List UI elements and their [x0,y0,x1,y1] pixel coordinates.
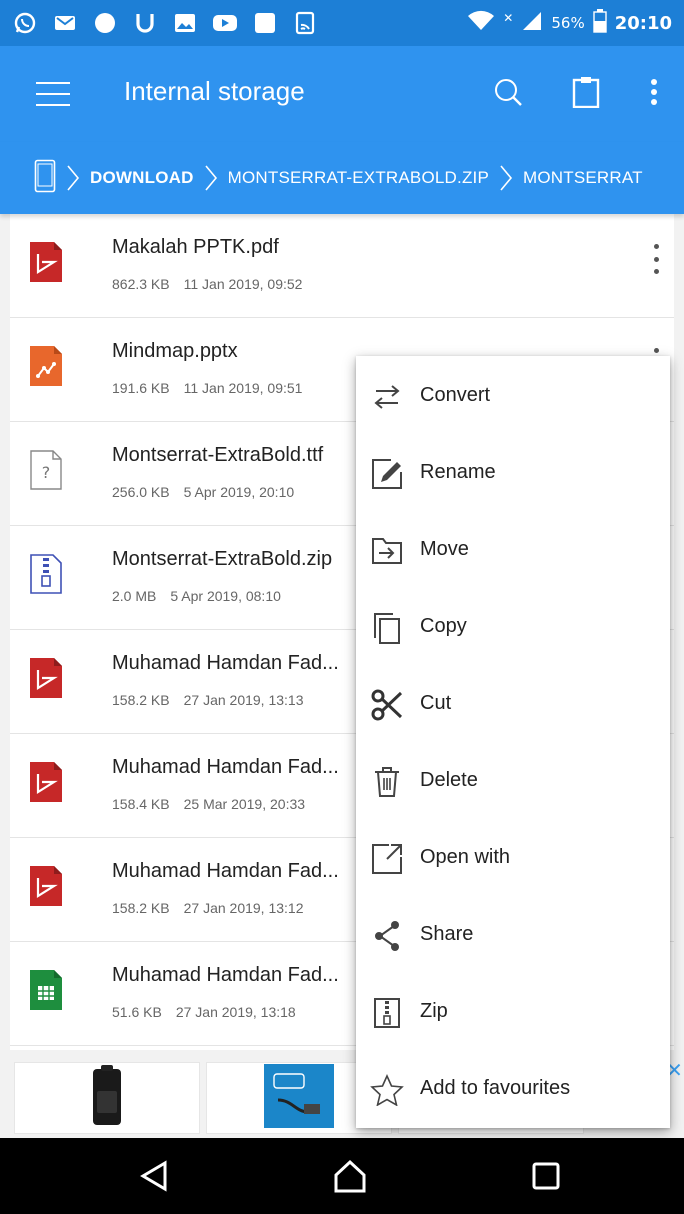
menu-item-open-with[interactable]: Open with [356,820,670,897]
menu-item-delete[interactable]: Delete [356,743,670,820]
file-size: 2.0 MB [112,588,157,604]
pdf-icon [30,866,62,906]
file-date: 11 Jan 2019, 09:52 [183,276,303,292]
more-vert-icon[interactable] [634,72,674,112]
file-size: 51.6 KB [112,1004,162,1020]
cast-icon [292,10,318,36]
file-date: 27 Jan 2019, 13:12 [183,900,304,916]
sheet-icon [30,970,62,1010]
whatsapp-icon [12,10,38,36]
status-bar: ✕ 56% 20:10 [0,0,684,46]
wifi-icon [467,10,495,37]
clipboard-icon[interactable] [566,72,606,112]
open-with-icon [370,842,404,876]
battery-icon [593,8,607,38]
home-icon[interactable] [330,1156,370,1196]
file-name: Muhamad Hamdan Fad... [112,860,339,882]
copy-icon [370,611,404,645]
menu-item-cut[interactable]: Cut [356,666,670,743]
cut-icon [370,688,404,722]
file-size: 191.6 KB [112,380,170,396]
page-title: Internal storage [124,76,305,106]
svg-text:?: ? [42,463,51,482]
file-name: Mindmap.pptx [112,340,238,362]
search-icon[interactable] [488,72,528,112]
pdf-icon [30,762,62,802]
file-size: 158.2 KB [112,692,170,708]
file-date: 5 Apr 2019, 08:10 [170,588,281,604]
ad-card[interactable] [14,1062,200,1134]
file-row[interactable]: Makalah PPTK.pdf 862.3 KB 11 Jan 2019, 09… [10,214,674,318]
u-app-icon [132,10,158,36]
share-icon [370,919,404,953]
file-size: 158.2 KB [112,900,170,916]
menu-item-zip[interactable]: Zip [356,974,670,1051]
pdf-icon [30,658,62,698]
signal-off-icon: ✕ [503,11,514,25]
file-date: 25 Mar 2019, 20:33 [183,796,306,812]
pptx-icon [30,346,62,386]
pdf-icon [30,242,62,282]
star-icon [370,1073,404,1107]
chevron-right-icon [66,164,80,192]
menu-item-add-to-favourites[interactable]: Add to favourites [356,1051,670,1128]
menu-item-convert[interactable]: Convert [356,358,670,435]
signal-icon [521,10,543,37]
file-size: 862.3 KB [112,276,170,292]
move-icon [370,534,404,568]
app-bar: Internal storage [0,46,684,142]
clock: 20:10 [614,12,672,34]
file-date: 27 Jan 2019, 13:13 [183,692,304,708]
backpack-image [87,1065,127,1131]
convert-icon [370,380,404,414]
gallery-icon [172,10,198,36]
context-menu: Convert Rename Move Copy Cut Delete Open… [356,356,670,1128]
menu-item-share[interactable]: Share [356,897,670,974]
zip-icon [370,996,404,1030]
circle-app-icon [92,10,118,36]
file-name: Muhamad Hamdan Fad... [112,756,339,778]
file-date: 27 Jan 2019, 13:18 [175,1004,296,1020]
file-name: Montserrat-ExtraBold.ttf [112,444,324,466]
recents-icon[interactable] [526,1156,566,1196]
file-date: 11 Jan 2019, 09:51 [183,380,303,396]
menu-hamburger-icon[interactable] [36,82,70,106]
gmail-icon [52,10,78,36]
earphone-ad-image [264,1064,334,1132]
file-size: 256.0 KB [112,484,170,500]
menu-item-move[interactable]: Move [356,512,670,589]
breadcrumb-item-folder[interactable]: MONTSERRAT [523,168,643,188]
delete-icon [370,765,404,799]
youtube-icon [212,10,238,36]
breadcrumb-item-download[interactable]: DOWNLOAD [90,168,194,188]
unknown-file-icon: ? [30,450,62,490]
row-more-icon[interactable] [648,244,664,274]
chevron-right-icon [499,164,513,192]
breadcrumb-item-zip[interactable]: MONTSERRAT-EXTRABOLD.ZIP [228,168,489,188]
file-size: 158.4 KB [112,796,170,812]
file-name: Montserrat-ExtraBold.zip [112,548,333,570]
file-name: Muhamad Hamdan Fad... [112,652,339,674]
battery-percent: 56% [551,14,585,32]
file-name: Muhamad Hamdan Fad... [112,964,339,986]
file-name: Makalah PPTK.pdf [112,236,279,258]
rename-icon [370,457,404,491]
file-date: 5 Apr 2019, 20:10 [183,484,295,500]
menu-item-copy[interactable]: Copy [356,589,670,666]
square-app-icon [252,10,278,36]
chevron-right-icon [204,164,218,192]
navigation-bar [0,1138,684,1214]
menu-item-rename[interactable]: Rename [356,435,670,512]
zip-file-icon [30,554,62,594]
device-phone-icon[interactable] [34,159,56,197]
back-icon[interactable] [134,1156,174,1196]
breadcrumb: DOWNLOAD MONTSERRAT-EXTRABOLD.ZIP MONTSE… [0,142,684,214]
